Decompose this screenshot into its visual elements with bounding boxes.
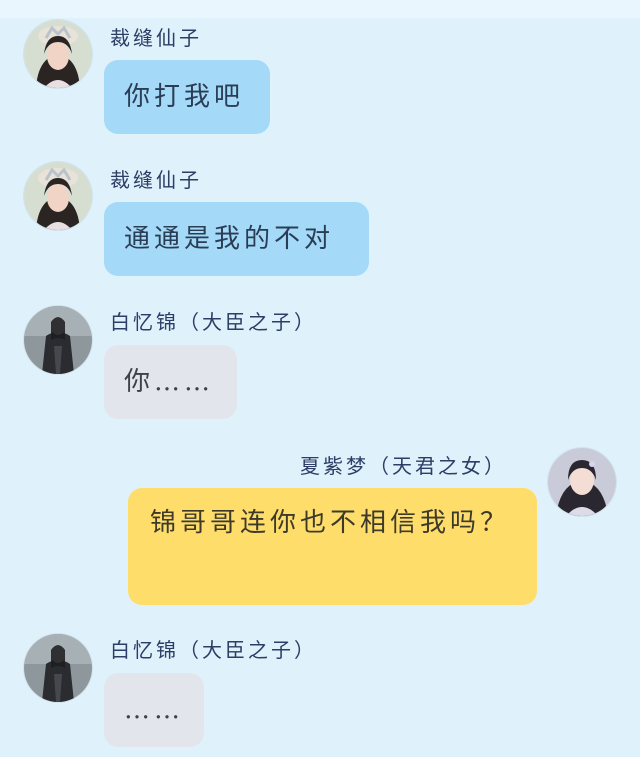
- message-bubble[interactable]: ……: [104, 673, 204, 747]
- sender-name: 裁缝仙子: [110, 26, 202, 50]
- fairy-avatar-icon[interactable]: [24, 20, 92, 88]
- message-bubble[interactable]: 通通是我的不对: [104, 202, 369, 276]
- princess-avatar-icon[interactable]: [548, 448, 616, 516]
- minister-son-avatar-icon[interactable]: [24, 306, 92, 374]
- message-bubble[interactable]: 锦哥哥连你也不相信我吗？: [128, 488, 537, 605]
- top-band: [0, 0, 640, 18]
- message-bubble[interactable]: 你打我吧: [104, 60, 270, 134]
- sender-name: 白忆锦（大臣之子）: [110, 638, 317, 662]
- fairy-avatar-icon[interactable]: [24, 162, 92, 230]
- sender-name: 夏紫梦（天君之女）: [300, 454, 507, 478]
- message-bubble[interactable]: 你……: [104, 345, 237, 419]
- minister-son-avatar-icon[interactable]: [24, 634, 92, 702]
- sender-name: 白忆锦（大臣之子）: [110, 310, 317, 334]
- sender-name: 裁缝仙子: [110, 168, 202, 192]
